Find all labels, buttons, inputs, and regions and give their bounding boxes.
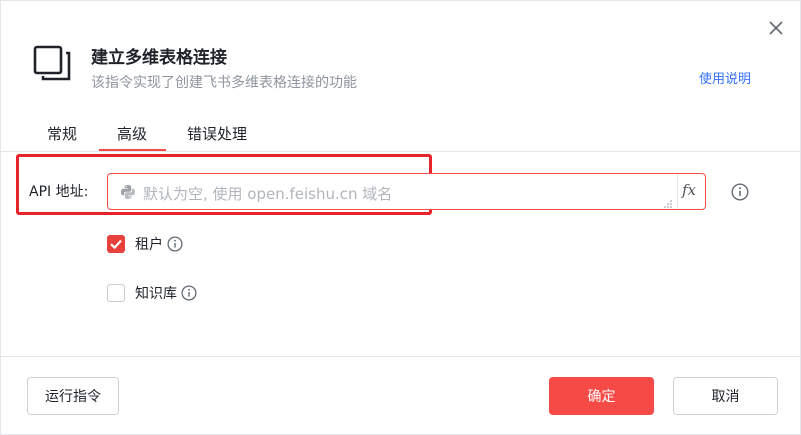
resize-grip-icon[interactable] [664, 200, 672, 208]
tab-advanced[interactable]: 高级 [117, 123, 147, 144]
tenant-label: 租户 [135, 237, 163, 253]
copy-icon [33, 45, 71, 81]
python-icon [121, 185, 135, 199]
tenant-option[interactable]: 租户 [107, 234, 183, 254]
dialog: 建立多维表格连接 该指令实现了创建飞书多维表格连接的功能 使用说明 常规 高级 … [0, 0, 801, 435]
check-icon [110, 239, 122, 250]
dialog-title: 建立多维表格连接 [91, 48, 227, 68]
active-tab-indicator [99, 149, 166, 151]
api-address-placeholder: 默认为空, 使用 open.feishu.cn 域名 [143, 185, 393, 203]
footer-divider [1, 356, 801, 357]
tab-bar: 常规 高级 错误处理 [1, 118, 801, 152]
confirm-button[interactable]: 确定 [549, 377, 654, 415]
cancel-button[interactable]: 取消 [673, 377, 778, 415]
close-icon[interactable] [765, 17, 787, 39]
knowledge-base-label: 知识库 [135, 286, 177, 302]
dialog-subtitle: 该指令实现了创建飞书多维表格连接的功能 [91, 75, 357, 91]
fx-button[interactable]: fx [682, 181, 696, 199]
fx-separator [677, 174, 678, 209]
knowledge-base-option[interactable]: 知识库 [107, 283, 197, 303]
help-link[interactable]: 使用说明 [699, 68, 751, 87]
knowledge-base-checkbox[interactable] [107, 284, 125, 302]
info-icon[interactable] [181, 285, 197, 301]
run-command-button[interactable]: 运行指令 [27, 377, 119, 415]
tab-error-handling[interactable]: 错误处理 [187, 123, 247, 144]
info-icon[interactable] [731, 183, 749, 201]
tab-general[interactable]: 常规 [47, 123, 77, 144]
info-icon[interactable] [167, 236, 183, 252]
api-address-input[interactable]: 默认为空, 使用 open.feishu.cn 域名 fx [107, 173, 706, 210]
tenant-checkbox[interactable] [107, 235, 125, 253]
api-address-label: API 地址: [29, 184, 89, 200]
